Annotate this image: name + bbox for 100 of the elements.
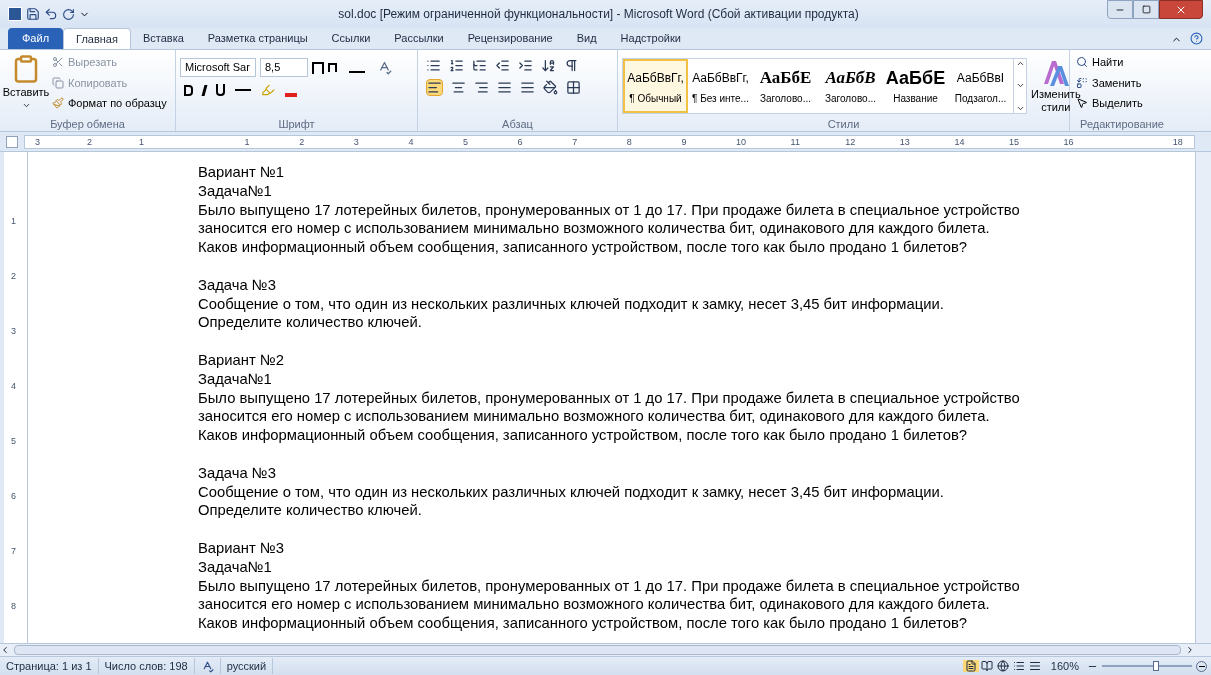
save-icon[interactable] (26, 7, 40, 21)
document-heading: Вариант №3 (198, 538, 284, 558)
bullets-icon[interactable] (426, 58, 441, 73)
tab-selector-icon[interactable] (6, 135, 18, 148)
ruler-number: 2 (11, 270, 16, 283)
format-painter-button[interactable]: Формат по образцу (52, 95, 167, 112)
font-name-field[interactable]: Microsoft Sar (180, 58, 256, 77)
help-icon[interactable] (1190, 32, 1203, 45)
group-label: Буфер обмена (49, 117, 126, 131)
ruler-number: 10 (736, 135, 746, 148)
ruler-number: 7 (572, 135, 578, 148)
clear-format-icon[interactable] (377, 60, 392, 75)
word-icon[interactable] (8, 7, 22, 21)
language-label[interactable]: русский (219, 657, 274, 675)
word-count[interactable]: Число слов: 198 (98, 657, 195, 675)
ribbon-tab[interactable]: Главная (63, 28, 131, 49)
ribbon-tab[interactable]: Вид (564, 28, 609, 49)
group-label: Абзац (501, 117, 534, 131)
ribbon-tab[interactable]: Рассылки (382, 28, 456, 49)
zoom-slider-thumb[interactable] (1153, 661, 1159, 671)
ruler-number: 12 (845, 135, 856, 148)
scroll-down-icon[interactable] (1015, 81, 1025, 90)
shading-icon[interactable] (543, 80, 558, 95)
line-spacing-icon[interactable] (520, 80, 535, 95)
increase-indent-icon[interactable] (518, 58, 533, 73)
ruler-number: 13 (899, 135, 910, 148)
ribbon-tab[interactable]: Ссылки (319, 28, 383, 49)
page-count[interactable]: Страница: 1 из 1 (0, 657, 99, 675)
align-left-icon[interactable] (426, 79, 443, 96)
ruler-number: 11 (790, 135, 800, 148)
ruler-number: 16 (1063, 135, 1074, 148)
ruler-number: 8 (626, 135, 632, 148)
pilcrow-icon[interactable] (564, 58, 579, 73)
document-heading: Вариант №1 (198, 163, 284, 182)
justify-icon[interactable] (497, 80, 512, 95)
document-line: Каков информационный объем сообщения, записанного устройством, после того как было продано 1 билетов? (198, 614, 968, 633)
ruler-number: 5 (463, 135, 468, 148)
group-label: Шрифт (277, 117, 316, 131)
group-label: Редактирование (1079, 117, 1165, 131)
ruler-number: 6 (11, 490, 16, 503)
align-center-icon[interactable] (451, 80, 466, 95)
paste-button[interactable]: Вставить (4, 54, 48, 117)
document-heading: Задача №3 (198, 463, 276, 483)
font-size-field[interactable]: 8,5 (260, 58, 308, 77)
multilevel-list-icon[interactable] (472, 58, 487, 73)
pointer-icon (1076, 97, 1088, 110)
ruler-number: 1 (244, 135, 250, 148)
document-line: заносится его номер с использованием минимально возможного количества бит, одинакового для каждого билета. (198, 407, 990, 427)
document-heading: Задача №3 (198, 275, 276, 295)
redo-icon[interactable] (62, 7, 75, 21)
document-line: Было выпущено 17 лотерейных билетов, пронумерованных от 1 до 17. При продаже билета в специальное устройство (198, 576, 1020, 596)
style-swatch[interactable]: АаБбВвГг, ¶ Обычный (623, 58, 688, 113)
ruler-number: 4 (11, 380, 16, 393)
ruler-number: 7 (11, 545, 16, 558)
document-line: Каков информационный объем сообщения, записанного устройством, после того как было продано 1 билетов? (198, 238, 968, 257)
ruler-number: 6 (517, 135, 523, 148)
document-line: Определите количество ключей. (198, 501, 422, 521)
web-layout-icon[interactable] (994, 660, 1011, 672)
maximize-icon (1141, 5, 1151, 14)
ribbon-tab[interactable]: Надстройки (608, 28, 693, 49)
document-heading: Задача№1 (198, 181, 272, 201)
ruler-number: 15 (1009, 135, 1019, 148)
ruler-number: 14 (954, 135, 965, 148)
ruler-number: 18 (1172, 135, 1183, 148)
align-right-icon[interactable] (474, 80, 489, 95)
ribbon-tab[interactable]: Вставка (130, 28, 196, 49)
replace-icon (1076, 76, 1088, 89)
ruler-number: 9 (681, 135, 687, 148)
document-heading: Задача№1 (198, 557, 272, 577)
print-layout-icon[interactable] (962, 660, 979, 672)
scroll-right-icon[interactable] (1185, 645, 1195, 655)
document-line: Было выпущено 17 лотерейных билетов, пронумерованных от 1 до 17. При продаже билета в специальное устройство (198, 388, 1020, 408)
copy-icon (52, 76, 64, 89)
undo-icon[interactable] (44, 7, 58, 21)
borders-icon[interactable] (566, 80, 581, 95)
minimize-button[interactable] (1107, 0, 1133, 19)
ruler-number: 2 (299, 135, 305, 148)
paintbrush-icon (52, 97, 64, 110)
sort-icon[interactable] (541, 58, 556, 73)
numbering-icon[interactable] (449, 58, 464, 73)
ribbon-tab[interactable]: Рецензирование (455, 28, 565, 49)
horizontal-ruler[interactable]: 3 2 1 1 2 3 4 5 6 7 8 9 10 11 12 13 14 15 16 18 (24, 134, 1195, 149)
search-icon (1076, 56, 1088, 69)
ruler-number: 3 (35, 135, 40, 148)
document-line: Определите количество ключей. (198, 313, 422, 333)
zoom-level[interactable]: 160% (1042, 657, 1087, 675)
scissors-icon (52, 56, 64, 69)
document-line: заносится его номер с использованием минимально возможного количества бит, одинакового для каждого билета. (198, 595, 990, 615)
file-tab[interactable]: Файл (8, 28, 64, 49)
close-button[interactable] (1159, 0, 1203, 19)
ruler-number: 5 (11, 435, 16, 448)
decrease-indent-icon[interactable] (495, 58, 510, 73)
document-line: Сообщение о том, что один из нескольких различных ключей подходит к замку, несет 3,45 бит информации. (198, 482, 944, 502)
maximize-button[interactable] (1133, 0, 1159, 19)
ribbon-tab[interactable]: Разметка страницы (195, 28, 320, 49)
reading-layout-icon[interactable] (978, 660, 995, 672)
scroll-left-icon[interactable] (0, 645, 10, 655)
document-heading: Вариант №2 (198, 350, 284, 370)
document-line: заносится его номер с использованием минимально возможного количества бит, одинакового для каждого билета. (198, 219, 990, 239)
ruler-number: 2 (87, 135, 92, 148)
